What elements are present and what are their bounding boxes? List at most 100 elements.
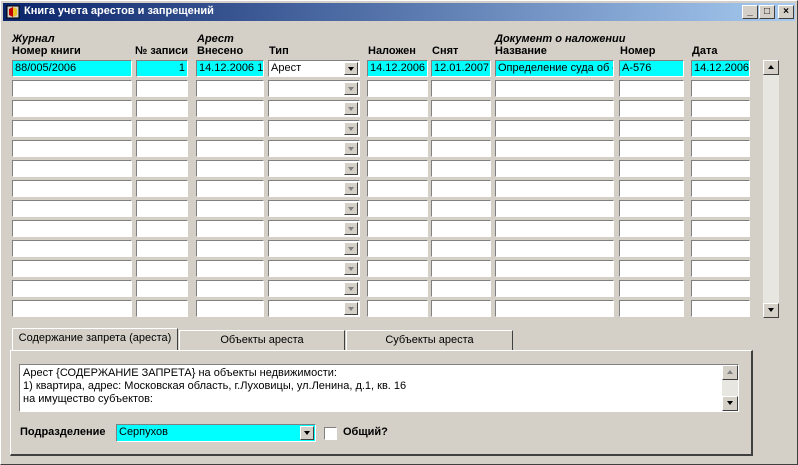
cell-doc-number[interactable] [619,100,684,117]
cell-doc-name[interactable] [495,240,614,257]
cell-book-number[interactable]: 88/005/2006 [12,60,132,77]
cell-entered[interactable] [196,160,264,177]
memo-scroll-up-button[interactable] [722,365,738,380]
content-memo[interactable]: Арест {СОДЕРЖАНИЕ ЗАПРЕТА} на объекты не… [19,364,739,412]
cell-entered[interactable] [196,140,264,157]
cell-book-number[interactable] [12,300,132,317]
cell-record-number[interactable] [136,120,188,137]
cell-doc-number[interactable] [619,260,684,277]
cell-imposed[interactable] [367,300,428,317]
cell-book-number[interactable] [12,220,132,237]
chevron-down-icon[interactable] [344,102,358,115]
cell-doc-number[interactable] [619,120,684,137]
tab-subjects[interactable]: Субъекты ареста [346,330,513,350]
memo-scroll-down-button[interactable] [722,396,738,411]
cell-book-number[interactable] [12,260,132,277]
cell-doc-number[interactable] [619,140,684,157]
cell-record-number[interactable] [136,80,188,97]
cell-record-number[interactable] [136,260,188,277]
cell-doc-date[interactable] [691,160,750,177]
cell-removed[interactable] [431,80,491,97]
cell-doc-name[interactable] [495,260,614,277]
cell-removed[interactable] [431,260,491,277]
tab-objects[interactable]: Объекты ареста [179,330,345,350]
cell-type[interactable] [268,220,360,237]
division-select[interactable]: Серпухов [116,424,316,442]
cell-book-number[interactable] [12,240,132,257]
cell-book-number[interactable] [12,200,132,217]
cell-doc-name[interactable] [495,220,614,237]
cell-removed[interactable] [431,200,491,217]
scroll-down-button[interactable] [763,303,779,318]
common-checkbox[interactable] [324,427,337,440]
cell-removed[interactable]: 12.01.2007 [431,60,491,77]
cell-entered[interactable] [196,260,264,277]
cell-doc-name[interactable] [495,120,614,137]
cell-record-number[interactable] [136,200,188,217]
chevron-down-icon[interactable] [344,222,358,235]
grid-scrollbar[interactable] [763,60,779,318]
cell-doc-name[interactable] [495,160,614,177]
scroll-up-button[interactable] [763,60,779,75]
chevron-down-icon[interactable] [344,82,358,95]
cell-doc-number[interactable] [619,220,684,237]
cell-doc-name[interactable] [495,280,614,297]
cell-book-number[interactable] [12,140,132,157]
chevron-down-icon[interactable] [344,302,358,315]
cell-doc-name[interactable] [495,180,614,197]
cell-removed[interactable] [431,120,491,137]
cell-imposed[interactable] [367,80,428,97]
cell-removed[interactable] [431,220,491,237]
cell-imposed[interactable] [367,280,428,297]
cell-imposed[interactable] [367,220,428,237]
chevron-down-icon[interactable] [344,182,358,195]
cell-type[interactable] [268,280,360,297]
cell-type[interactable] [268,80,360,97]
cell-doc-name[interactable] [495,300,614,317]
tab-content[interactable]: Содержание запрета (ареста) [12,328,178,351]
cell-removed[interactable] [431,280,491,297]
cell-record-number[interactable] [136,300,188,317]
cell-doc-date[interactable] [691,260,750,277]
cell-removed[interactable] [431,100,491,117]
chevron-down-icon[interactable] [300,426,314,440]
chevron-down-icon[interactable] [344,142,358,155]
chevron-down-icon[interactable] [344,162,358,175]
cell-record-number[interactable]: 1 [136,60,188,77]
cell-book-number[interactable] [12,120,132,137]
cell-doc-date[interactable] [691,120,750,137]
cell-doc-number[interactable]: А-576 [619,60,684,77]
cell-record-number[interactable] [136,140,188,157]
cell-doc-number[interactable] [619,160,684,177]
cell-entered[interactable] [196,80,264,97]
cell-doc-date[interactable] [691,80,750,97]
cell-type[interactable] [268,300,360,317]
chevron-down-icon[interactable] [344,262,358,275]
cell-entered[interactable] [196,220,264,237]
cell-book-number[interactable] [12,80,132,97]
cell-entered[interactable]: 14.12.2006 1 [196,60,264,77]
cell-doc-name[interactable] [495,80,614,97]
cell-type[interactable] [268,200,360,217]
memo-scrollbar[interactable] [722,365,738,411]
cell-book-number[interactable] [12,160,132,177]
cell-type[interactable] [268,260,360,277]
cell-imposed[interactable] [367,200,428,217]
cell-book-number[interactable] [12,100,132,117]
cell-imposed[interactable]: 14.12.2006 [367,60,428,77]
cell-entered[interactable] [196,200,264,217]
chevron-down-icon[interactable] [344,122,358,135]
cell-doc-date[interactable] [691,180,750,197]
cell-doc-date[interactable] [691,140,750,157]
cell-doc-number[interactable] [619,80,684,97]
cell-doc-name[interactable] [495,200,614,217]
cell-entered[interactable] [196,100,264,117]
cell-doc-name[interactable] [495,140,614,157]
chevron-down-icon[interactable] [344,242,358,255]
cell-doc-number[interactable] [619,280,684,297]
cell-doc-name[interactable]: Определение суда об о [495,60,614,77]
cell-record-number[interactable] [136,240,188,257]
cell-record-number[interactable] [136,180,188,197]
cell-doc-date[interactable] [691,300,750,317]
cell-removed[interactable] [431,140,491,157]
